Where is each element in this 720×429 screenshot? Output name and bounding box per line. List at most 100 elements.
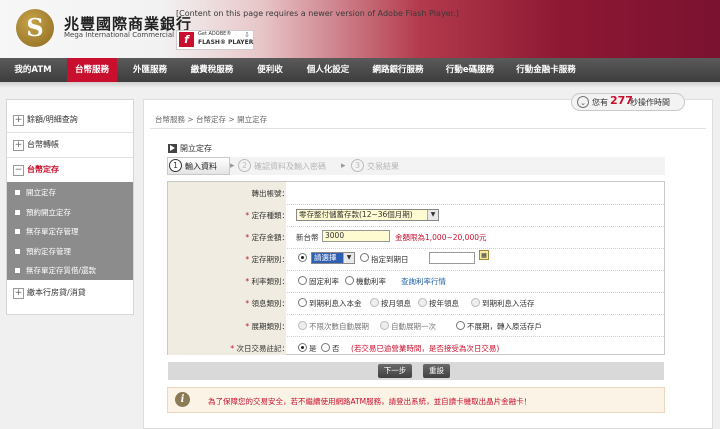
page-title: 開立定存 (180, 144, 212, 153)
term-maturity-date-radio[interactable] (360, 253, 369, 262)
sidebar-sub-certificate-free-management[interactable]: 無存單定存管理 (7, 222, 133, 242)
bullet-icon (15, 190, 20, 195)
rate-floating-label: 機動利率 (356, 277, 386, 286)
interest-to-savings-label: 到期利息入活存 (482, 299, 535, 308)
nav-item-online-banking[interactable]: 網路銀行服務 (365, 58, 431, 82)
flash-badge-line2: FLASH® PLAYER (198, 39, 254, 46)
term-by-period-radio[interactable] (298, 253, 307, 262)
nav-item-my-atm[interactable]: 我的ATM (8, 58, 58, 82)
next-step-button[interactable]: 下一步 (378, 364, 412, 378)
timer-suffix: 秒操作時間 (630, 98, 670, 107)
rate-inquiry-link[interactable]: 查詢利率行情 (401, 276, 446, 287)
download-arrow-icon: ⇩ (244, 31, 250, 39)
next-day-no-label: 否 (332, 344, 340, 353)
renewal-unlimited-label: 不限次數自動展期 (309, 322, 369, 331)
deposit-type-value: 零存整付儲蓄存款(12~36個月期) (299, 210, 413, 219)
divider (150, 128, 706, 129)
sidebar-sub-label: 無存單定存管理 (26, 227, 79, 236)
sidebar-item-loan-payment[interactable]: + 繳本行房貸/消貸 (7, 281, 133, 305)
timer-prefix: 您有 (592, 98, 608, 107)
flash-required-message: [Content on this page requires a newer v… (176, 9, 459, 18)
expand-icon: + (13, 140, 24, 151)
sidebar-sub-pledge-loan[interactable]: 無存單定存質借/還款 (7, 261, 133, 281)
interest-monthly-radio[interactable] (370, 298, 379, 307)
bullet-icon (15, 268, 20, 273)
step-3-label: 交易結果 (367, 162, 399, 171)
step-1-number: 1 (169, 159, 182, 172)
renewal-none-label: 不展期，轉入原活存戶 (467, 322, 542, 331)
interest-yearly-label: 按年領息 (429, 299, 459, 308)
nav-item-personal-settings[interactable]: 個人化設定 (299, 58, 357, 82)
sidebar-sub-open-deposit[interactable]: 開立定存 (7, 183, 133, 203)
rate-fixed-label: 固定利率 (309, 277, 339, 286)
sidebar-sub-scheduled-management[interactable]: 預約定存管理 (7, 242, 133, 262)
next-day-no-radio[interactable] (321, 343, 330, 352)
maturity-date-input[interactable] (429, 252, 475, 264)
amount-label: * 定存金額： (245, 233, 289, 242)
reset-button[interactable]: 重設 (423, 364, 450, 378)
bullet-icon (15, 209, 20, 215)
rate-floating-radio[interactable] (345, 276, 354, 285)
sidebar-item-label: 台幣定存 (27, 165, 59, 174)
sidebar-sub-label: 預約定存管理 (26, 246, 71, 256)
nav-item-bill-tax[interactable]: 繳費稅服務 (183, 58, 241, 82)
renewal-unlimited-radio[interactable] (298, 321, 307, 330)
form-row-term (168, 248, 664, 271)
step-2-label: 確認資料及輸入密碼 (254, 162, 326, 171)
renewal-once-label: 自動展期一次 (391, 322, 436, 331)
renewal-once-radio[interactable] (380, 321, 389, 330)
sidebar-sub-scheduled-deposit[interactable]: 預約開立定存 (7, 203, 133, 223)
interest-monthly-label: 按月領息 (381, 299, 411, 308)
nav-item-mobile-ecode[interactable]: 行動e碼服務 (439, 58, 501, 82)
account-label: 轉出帳號： (251, 189, 290, 198)
interest-to-savings-radio[interactable] (471, 298, 480, 307)
nav-item-ntd-services[interactable]: 台幣服務 (67, 58, 117, 82)
calendar-icon[interactable]: ▦ (479, 250, 489, 260)
nav-item-forex-services[interactable]: 外匯服務 (125, 58, 175, 82)
interest-to-principal-label: 到期利息入本金 (309, 299, 362, 308)
flash-icon: f (179, 32, 194, 47)
sidebar-sub-label: 無存單定存質借/還款 (26, 266, 97, 275)
bank-name-en: Mega International Commercial Bank (64, 31, 194, 39)
nav-item-mobile-card[interactable]: 行動金融卡服務 (509, 58, 583, 82)
renewal-none-radio[interactable] (456, 321, 465, 330)
sidebar-item-balance-inquiry[interactable]: + 餘額/明細查詢 (7, 108, 133, 133)
deposit-type-label: * 定存種類： (245, 211, 289, 220)
next-day-yes-radio[interactable] (298, 343, 307, 352)
expand-icon: + (13, 288, 24, 299)
bullet-icon (15, 229, 20, 234)
renewal-label: * 展期類別： (245, 322, 289, 331)
sidebar-sub-label: 預約開立定存 (26, 207, 71, 217)
info-icon: i (175, 392, 190, 407)
collapse-icon: − (13, 165, 24, 176)
interest-label: * 領息類別： (245, 299, 289, 308)
form-row-interest (168, 292, 664, 315)
flash-badge-line1: Get ADOBE® (198, 31, 232, 37)
amount-hint: 金額限為1,000~20,000元 (395, 233, 487, 242)
button-bar (168, 362, 664, 380)
sidebar-sub-label: 開立定存 (26, 188, 56, 197)
maturity-date-label: 指定到期日 (371, 255, 409, 264)
next-day-note: (若交易已逾營業時間，是否接受為次日交易) (351, 344, 500, 353)
amount-input[interactable]: 3000 (322, 230, 390, 242)
step-3-number: 3 (351, 159, 364, 172)
rate-fixed-radio[interactable] (298, 276, 307, 285)
sidebar-item-ntd-time-deposit[interactable]: − 台幣定存 (7, 158, 133, 183)
nav-shadow (0, 82, 720, 88)
deposit-type-select[interactable]: 零存整付儲蓄存款(12~36個月期) ▼ (296, 209, 439, 221)
step-arrow-icon: ▸ (230, 161, 235, 171)
interest-yearly-radio[interactable] (418, 298, 427, 307)
sidebar-item-label: 台幣轉帳 (27, 140, 59, 149)
amount-currency: 新台幣 (296, 233, 319, 242)
chevron-down-icon: ▼ (343, 253, 354, 263)
security-notice-text: 為了保障您的交易安全，若不繼續使用網路ATM服務，請登出系統，並自讀卡機取出晶片… (208, 397, 532, 406)
sidebar-item-label: 餘額/明細查詢 (27, 115, 78, 124)
chevron-down-icon[interactable]: ⌄ (577, 96, 589, 108)
term-select[interactable]: 請選擇 ▼ (311, 252, 355, 264)
expand-icon: + (13, 115, 24, 126)
next-day-label: * 次日交易註記： (230, 344, 289, 353)
interest-to-principal-radio[interactable] (298, 298, 307, 307)
nav-item-convenience[interactable]: 便利收 (249, 58, 291, 82)
breadcrumb: 台幣服務 > 台幣定存 > 開立定存 (155, 115, 268, 124)
sidebar-item-ntd-transfer[interactable]: + 台幣轉帳 (7, 133, 133, 158)
